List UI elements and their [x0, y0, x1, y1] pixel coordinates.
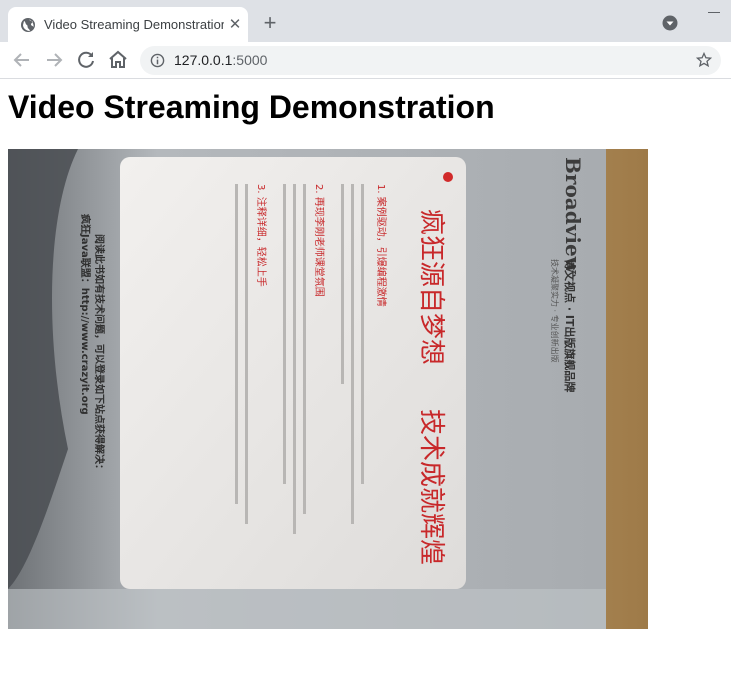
- tab-title: Video Streaming Demonstration: [44, 17, 224, 32]
- tab-strip: Video Streaming Demonstration ✕ +: [0, 0, 731, 42]
- url-host: 127.0.0.1: [174, 52, 233, 68]
- section-2-title: 2. 再现李刚老师课堂氛围: [313, 184, 326, 297]
- video-stream: Broadview 博文视点 · IT出版旗舰品牌 技术凝聚实力 · 专业创新出…: [8, 149, 648, 629]
- browser-tab[interactable]: Video Streaming Demonstration ✕: [8, 7, 248, 42]
- footer-line-2: 疯狂Java联盟：http://www.crazyit.org: [79, 214, 92, 415]
- publisher-header: 博文视点 · IT出版旗舰品牌: [563, 259, 577, 392]
- forward-arrow-icon[interactable]: [42, 48, 66, 72]
- new-tab-plus-icon[interactable]: +: [258, 12, 282, 36]
- close-tab-icon[interactable]: ✕: [226, 16, 244, 34]
- back-arrow-icon[interactable]: [10, 48, 34, 72]
- publisher-subheader: 技术凝聚实力 · 专业创新出版: [550, 259, 560, 363]
- reload-icon[interactable]: [74, 48, 98, 72]
- browser-toolbar: 127.0.0.1:5000: [0, 42, 731, 79]
- slogan-line-2: 技术成就辉煌: [416, 409, 446, 565]
- broadview-logo: Broadview: [561, 157, 585, 275]
- section-3-title: 3. 注释详细，轻松上手: [255, 184, 268, 287]
- bookmark-star-icon[interactable]: [696, 52, 712, 68]
- slogan-line-1: 疯狂源自梦想: [416, 209, 446, 365]
- url-port: :5000: [232, 52, 268, 68]
- section-1-title: 1. 案例驱动，引爆编程激情: [375, 184, 388, 307]
- tab-search-dropdown-icon[interactable]: [662, 15, 678, 31]
- footer-line-1: 阅读此书如有技术问题，可以登录如下站点获得解决：: [93, 234, 106, 474]
- globe-icon: [21, 18, 35, 32]
- page-title: Video Streaming Demonstration: [8, 89, 495, 125]
- address-bar[interactable]: 127.0.0.1:5000: [140, 46, 721, 75]
- info-icon[interactable]: [150, 53, 165, 68]
- window-minimize-icon[interactable]: [708, 12, 720, 13]
- home-icon[interactable]: [106, 48, 130, 72]
- video-frame: Broadview 博文视点 · IT出版旗舰品牌 技术凝聚实力 · 专业创新出…: [8, 149, 648, 629]
- page-body: Video Streaming Demonstration Broadview …: [0, 79, 731, 673]
- url-text[interactable]: 127.0.0.1:5000: [174, 52, 267, 69]
